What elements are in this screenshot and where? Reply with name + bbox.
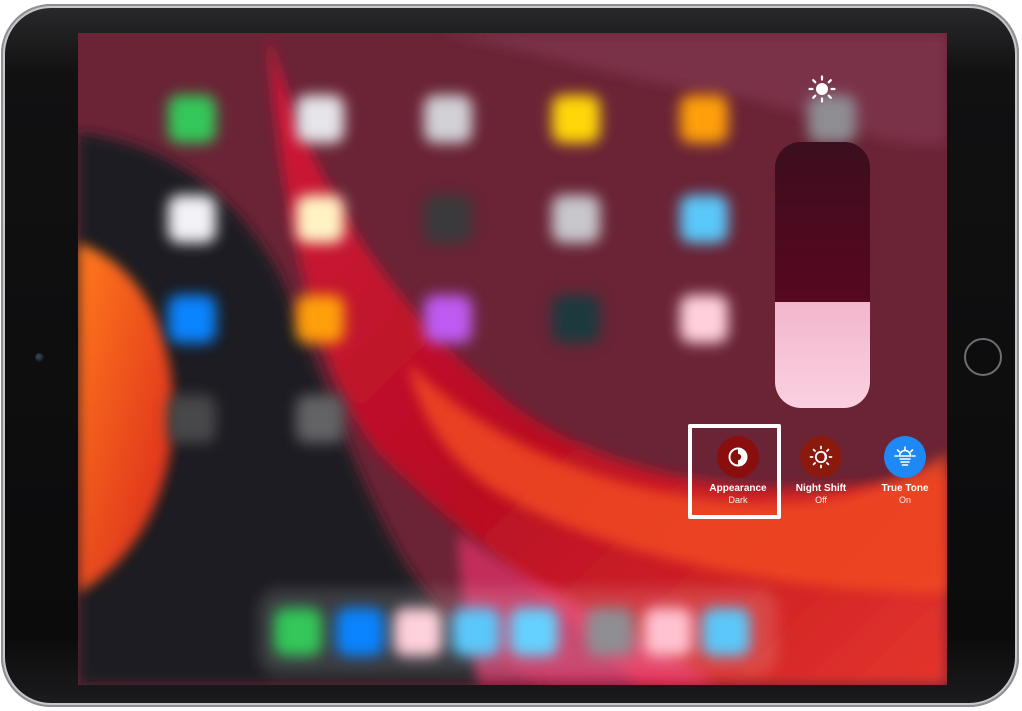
app-icon bbox=[168, 195, 216, 243]
true-tone-icon bbox=[884, 436, 926, 478]
app-icon bbox=[168, 295, 216, 343]
app-icon bbox=[680, 195, 728, 243]
true-tone-value: On bbox=[898, 495, 911, 505]
sun-icon bbox=[808, 75, 836, 103]
true-tone-label: True Tone bbox=[881, 483, 929, 494]
app-icon bbox=[296, 195, 344, 243]
dock-app-icon bbox=[452, 608, 500, 656]
night-shift-value: Off bbox=[815, 495, 827, 505]
dock-app-icon bbox=[644, 608, 692, 656]
brightness-slider-track bbox=[775, 142, 870, 302]
app-icon bbox=[168, 95, 216, 143]
dock-app-icon bbox=[274, 608, 322, 656]
ipad-screen bbox=[78, 33, 947, 685]
night-shift-icon bbox=[800, 436, 842, 478]
dock-app-icon bbox=[510, 608, 558, 656]
app-icon bbox=[296, 95, 344, 143]
front-camera bbox=[35, 353, 44, 362]
highlight-box bbox=[688, 424, 781, 519]
dock-app-icon bbox=[394, 608, 442, 656]
dock-app-icon bbox=[702, 608, 750, 656]
night-shift-toggle[interactable]: Night Shift Off bbox=[779, 436, 863, 506]
app-icon bbox=[424, 195, 472, 243]
ipad-device: Appearance Dark Night Shift Off True Ton… bbox=[1, 4, 1019, 707]
brightness-slider[interactable] bbox=[775, 142, 870, 408]
app-icon bbox=[424, 295, 472, 343]
app-icon bbox=[296, 395, 344, 443]
app-icon bbox=[552, 95, 600, 143]
app-icon bbox=[680, 295, 728, 343]
app-icon bbox=[424, 95, 472, 143]
app-icon bbox=[168, 395, 216, 443]
true-tone-toggle[interactable]: True Tone On bbox=[863, 436, 947, 506]
brightness-slider-fill bbox=[775, 301, 870, 408]
app-icon bbox=[552, 295, 600, 343]
dock-app-icon bbox=[586, 608, 634, 656]
app-icon bbox=[552, 195, 600, 243]
app-icon bbox=[680, 95, 728, 143]
home-button[interactable] bbox=[964, 338, 1002, 376]
app-icon bbox=[296, 295, 344, 343]
night-shift-label: Night Shift bbox=[795, 483, 847, 494]
dock-app-icon bbox=[336, 608, 384, 656]
